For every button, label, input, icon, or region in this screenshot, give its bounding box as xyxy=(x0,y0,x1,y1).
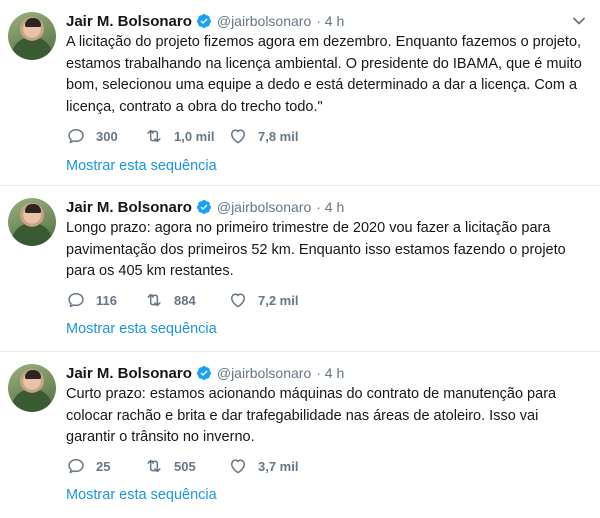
author-name[interactable]: Jair M. Bolsonaro xyxy=(66,13,192,30)
tweet[interactable]: Jair M. Bolsonaro @jairbolsonaro · 4 h L… xyxy=(0,186,600,352)
author-handle[interactable]: @jairbolsonaro xyxy=(217,199,311,215)
reply-button[interactable]: 25 xyxy=(66,456,144,476)
reply-button[interactable]: 116 xyxy=(66,290,144,310)
tweet-timestamp[interactable]: · 4 h xyxy=(316,365,344,381)
tweet-header: Jair M. Bolsonaro @jairbolsonaro · 4 h xyxy=(66,198,344,216)
show-thread-link[interactable]: Mostrar esta sequência xyxy=(66,158,217,174)
reply-icon xyxy=(68,293,84,308)
tweet-feed: Jair M. Bolsonaro @jairbolsonaro · 4 h A… xyxy=(0,0,600,518)
author-handle[interactable]: @jairbolsonaro xyxy=(217,365,311,381)
retweet-count: 505 xyxy=(174,458,196,474)
tweet-actions: 25 505 3,7 mil xyxy=(66,456,308,476)
tweet-header: Jair M. Bolsonaro @jairbolsonaro · 4 h xyxy=(66,12,344,30)
retweet-button[interactable]: 1,0 mil xyxy=(144,126,228,146)
avatar[interactable] xyxy=(8,364,56,412)
retweet-button[interactable]: 884 xyxy=(144,290,228,310)
like-count: 7,2 mil xyxy=(258,292,299,308)
tweet-timestamp[interactable]: · 4 h xyxy=(316,13,344,29)
reply-count: 116 xyxy=(96,292,117,308)
reply-icon xyxy=(68,129,84,144)
like-count: 7,8 mil xyxy=(258,128,299,144)
heart-icon xyxy=(231,293,245,308)
like-count: 3,7 mil xyxy=(258,458,299,474)
tweet-actions: 116 884 7,2 mil xyxy=(66,290,308,310)
verified-badge-icon xyxy=(196,366,211,380)
chevron-down-icon[interactable] xyxy=(572,14,586,28)
like-button[interactable]: 7,8 mil xyxy=(228,126,308,146)
retweet-icon xyxy=(147,129,161,143)
author-name[interactable]: Jair M. Bolsonaro xyxy=(66,365,192,382)
tweet-text: Longo prazo: agora no primeiro trimestre… xyxy=(66,220,566,279)
verified-badge-icon xyxy=(196,14,211,28)
like-button[interactable]: 3,7 mil xyxy=(228,456,308,476)
retweet-icon xyxy=(147,293,161,307)
reply-icon xyxy=(68,459,84,474)
heart-icon xyxy=(231,459,245,474)
reply-count: 300 xyxy=(96,128,118,144)
heart-icon xyxy=(231,129,245,144)
like-button[interactable]: 7,2 mil xyxy=(228,290,308,310)
tweet-actions: 300 1,0 mil 7,8 mil xyxy=(66,126,308,146)
reply-button[interactable]: 300 xyxy=(66,126,144,146)
verified-badge-icon xyxy=(196,200,211,214)
reply-count: 25 xyxy=(96,458,111,474)
avatar[interactable] xyxy=(8,12,56,60)
retweet-count: 1,0 mil xyxy=(174,128,215,144)
tweet-timestamp[interactable]: · 4 h xyxy=(316,199,344,215)
retweet-count: 884 xyxy=(174,292,196,308)
tweet[interactable]: Jair M. Bolsonaro @jairbolsonaro · 4 h A… xyxy=(0,0,600,186)
author-handle[interactable]: @jairbolsonaro xyxy=(217,13,311,29)
show-thread-link[interactable]: Mostrar esta sequência xyxy=(66,487,217,503)
retweet-button[interactable]: 505 xyxy=(144,456,228,476)
author-name[interactable]: Jair M. Bolsonaro xyxy=(66,199,192,216)
tweet-header: Jair M. Bolsonaro @jairbolsonaro · 4 h xyxy=(66,364,344,382)
tweet-text: A licitação do projeto fizemos agora em … xyxy=(66,34,582,115)
tweet-text: Curto prazo: estamos acionando máquinas … xyxy=(66,386,557,445)
show-thread-link[interactable]: Mostrar esta sequência xyxy=(66,321,217,337)
retweet-icon xyxy=(147,459,161,473)
avatar[interactable] xyxy=(8,198,56,246)
tweet[interactable]: Jair M. Bolsonaro @jairbolsonaro · 4 h C… xyxy=(0,352,600,518)
